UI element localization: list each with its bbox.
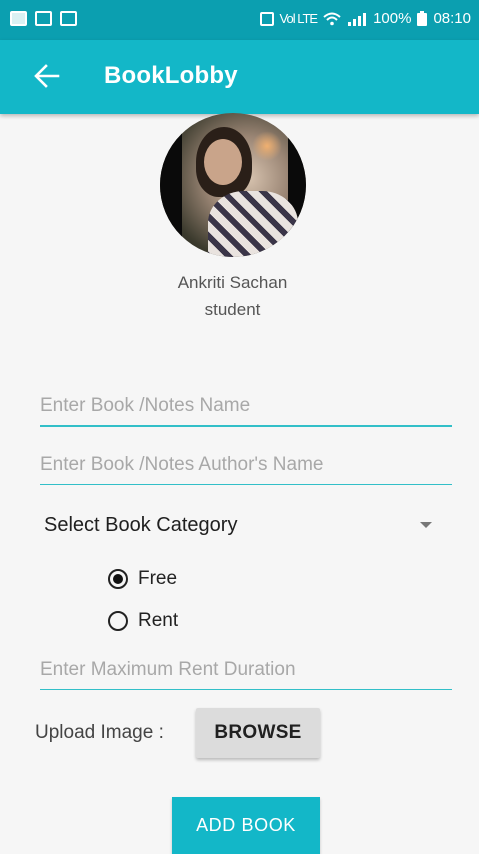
avatar bbox=[160, 113, 306, 257]
add-book-button[interactable]: ADD BOOK bbox=[172, 797, 320, 854]
image-icon bbox=[60, 11, 77, 26]
category-label: Select Book Category bbox=[44, 514, 238, 536]
battery-percent: 100% bbox=[373, 10, 412, 27]
volte-label: Vol LTE bbox=[279, 11, 319, 26]
sim-icon bbox=[259, 11, 274, 26]
radio-unchecked-icon bbox=[108, 611, 128, 631]
profile-name: Ankriti Sachan bbox=[177, 273, 288, 292]
upload-image-label: Upload Image : bbox=[35, 722, 164, 743]
app-screen: Vol LTE 100% 08:10 BookLobby Ankriti Sac… bbox=[0, 0, 479, 854]
radio-free-label: Free bbox=[138, 568, 178, 589]
book-category-dropdown[interactable]: Select Book Category bbox=[44, 508, 444, 544]
rent-duration-input[interactable] bbox=[40, 650, 452, 690]
clock: 08:10 bbox=[433, 10, 471, 27]
battery-icon bbox=[417, 11, 428, 26]
profile-role: student bbox=[204, 300, 261, 319]
author-name-input[interactable] bbox=[40, 445, 452, 485]
gallery-icon bbox=[10, 11, 27, 26]
radio-checked-icon bbox=[108, 569, 128, 589]
status-bar: Vol LTE 100% 08:10 bbox=[0, 0, 479, 40]
radio-rent[interactable]: Rent bbox=[108, 606, 178, 636]
mail-icon bbox=[35, 11, 52, 26]
page-title: BookLobby bbox=[104, 62, 238, 89]
signal-icon bbox=[348, 12, 367, 26]
app-toolbar: BookLobby bbox=[0, 40, 479, 114]
book-name-input[interactable] bbox=[40, 387, 452, 427]
wifi-icon bbox=[323, 12, 341, 25]
radio-rent-label: Rent bbox=[138, 610, 179, 631]
dropdown-arrow-icon bbox=[420, 522, 432, 528]
system-icons: Vol LTE 100% 08:10 bbox=[259, 10, 471, 27]
notification-icons bbox=[10, 11, 77, 26]
arrow-left-icon[interactable] bbox=[34, 62, 60, 90]
radio-free[interactable]: Free bbox=[108, 564, 177, 594]
browse-button[interactable]: BROWSE bbox=[196, 708, 320, 758]
